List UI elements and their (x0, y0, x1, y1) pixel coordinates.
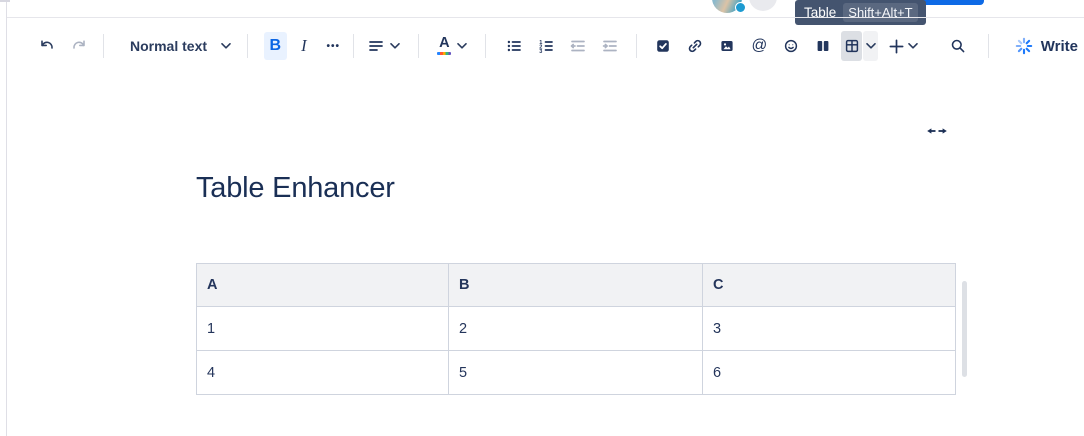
emoji-icon (783, 38, 799, 54)
content-table: A B C 1 2 3 4 5 6 (196, 263, 956, 395)
outdent-button[interactable] (562, 30, 594, 62)
table-scrollbar[interactable] (962, 281, 967, 377)
editor-toolbar: Normal text B I ••• A (7, 18, 1084, 74)
table-options-chevron[interactable] (863, 31, 878, 61)
ai-write-button[interactable]: Write (1009, 30, 1084, 62)
numbered-list-button[interactable]: 1 2 3 (530, 30, 562, 62)
toolbar-divider (418, 34, 419, 58)
svg-text:3: 3 (540, 49, 543, 54)
toolbar-divider (353, 34, 354, 58)
toolbar-divider (636, 34, 637, 58)
table-button[interactable] (841, 31, 862, 61)
more-icon: ••• (326, 41, 340, 52)
toolbar-divider (485, 34, 486, 58)
chevron-down-icon (866, 43, 876, 49)
chevron-down-icon (390, 43, 400, 49)
link-icon (687, 38, 703, 54)
table-cell[interactable]: 6 (703, 351, 956, 395)
avatar[interactable] (749, 0, 777, 11)
table-cell[interactable]: 1 (197, 307, 449, 351)
mention-button[interactable]: @ (743, 30, 775, 62)
expand-width-control[interactable] (926, 125, 948, 137)
image-icon (719, 38, 735, 54)
layout-button[interactable] (807, 30, 839, 62)
write-label: Write (1041, 38, 1078, 55)
avatar-status-badge (735, 2, 746, 13)
bullet-list-icon (506, 38, 522, 54)
table-cell[interactable]: 2 (449, 307, 703, 351)
table-cell[interactable]: 5 (449, 351, 703, 395)
outdent-icon (570, 38, 586, 54)
text-color-icon: A (437, 37, 451, 55)
text-style-label: Normal text (130, 38, 207, 54)
task-checkbox-icon (655, 38, 671, 54)
table-header-cell-a[interactable]: A (197, 264, 449, 307)
redo-button[interactable] (63, 30, 95, 62)
chevron-down-icon (221, 43, 231, 49)
italic-label: I (301, 36, 307, 56)
table-cell[interactable]: 4 (197, 351, 449, 395)
undo-icon (39, 38, 55, 54)
text-style-dropdown[interactable]: Normal text (118, 30, 239, 62)
table-header-row: A B C (197, 264, 956, 307)
bold-button[interactable]: B (264, 32, 287, 60)
publish-button[interactable] (916, 0, 984, 5)
plus-icon (888, 38, 905, 55)
indent-icon (602, 38, 618, 54)
toolbar-divider (103, 34, 104, 58)
expand-width-icon (926, 125, 948, 137)
ai-sparkle-icon (1015, 37, 1033, 55)
insert-dropdown[interactable] (884, 30, 922, 62)
page-title[interactable]: Table Enhancer (196, 172, 395, 205)
indent-button[interactable] (594, 30, 626, 62)
table-row: 1 2 3 (197, 307, 956, 351)
chevron-down-icon (908, 43, 918, 49)
table-row: 4 5 6 (197, 351, 956, 395)
text-color-dropdown[interactable]: A (431, 30, 473, 62)
link-button[interactable] (679, 30, 711, 62)
mention-icon: @ (751, 37, 767, 55)
more-formatting-button[interactable]: ••• (321, 32, 345, 60)
search-icon (950, 38, 966, 54)
text-color-letter: A (437, 37, 451, 50)
image-button[interactable] (711, 30, 743, 62)
chevron-down-icon (457, 43, 467, 49)
table-header-cell-c[interactable]: C (703, 264, 956, 307)
bold-label: B (270, 37, 282, 55)
emoji-button[interactable] (775, 30, 807, 62)
bullet-list-button[interactable] (498, 30, 530, 62)
align-dropdown[interactable] (362, 30, 406, 62)
task-list-button[interactable] (647, 30, 679, 62)
redo-icon (71, 38, 87, 54)
numbered-list-icon: 1 2 3 (538, 38, 554, 54)
align-icon (368, 38, 384, 54)
table-header-cell-b[interactable]: B (449, 264, 703, 307)
table-cell[interactable]: 3 (703, 307, 956, 351)
toolbar-divider (988, 34, 989, 58)
table-icon (844, 38, 860, 54)
undo-button[interactable] (31, 30, 63, 62)
layout-icon (815, 38, 831, 54)
search-button[interactable] (942, 30, 974, 62)
text-color-bar (437, 52, 451, 55)
confluence-editor: Table Shift+Alt+T Normal text B I • (0, 0, 1084, 436)
italic-button[interactable]: I (293, 32, 316, 60)
top-left-divider-nub (0, 0, 10, 2)
toolbar-divider (247, 34, 248, 58)
